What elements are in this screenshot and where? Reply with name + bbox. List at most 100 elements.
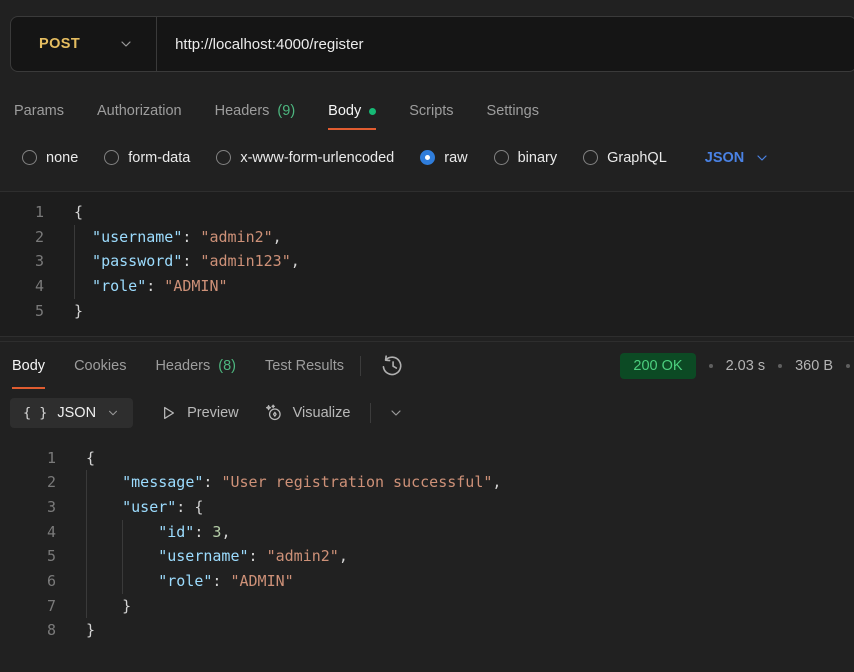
- indent-guide: [122, 544, 158, 569]
- code-line: 4"id": 3,: [0, 520, 854, 545]
- line-number: 5: [0, 544, 56, 569]
- token-punc: :: [146, 274, 164, 299]
- line-number: 4: [0, 520, 56, 545]
- line-number: 3: [0, 495, 56, 520]
- code-line: 2"username": "admin2",: [0, 225, 854, 250]
- code-line: 7}: [0, 594, 854, 619]
- radio-none[interactable]: none: [22, 150, 78, 166]
- token-key: "password": [92, 249, 182, 274]
- indent-guide: [86, 495, 122, 520]
- tab-response-headers[interactable]: Headers (8): [155, 342, 236, 390]
- request-url-row: POST http://localhost:4000/register: [10, 16, 854, 72]
- raw-format-selector[interactable]: JSON: [705, 150, 771, 166]
- token-str: "admin123": [200, 249, 290, 274]
- token-punc: :: [182, 225, 200, 250]
- url-field[interactable]: http://localhost:4000/register: [157, 36, 854, 53]
- radio-graphql[interactable]: GraphQL: [583, 150, 667, 166]
- radio-form-data[interactable]: form-data: [104, 150, 190, 166]
- response-tabs: Body Cookies Headers (8) Test Results: [12, 342, 344, 390]
- headers-count-badge: (9): [277, 103, 295, 119]
- tab-settings[interactable]: Settings: [487, 88, 539, 134]
- request-body-editor[interactable]: 1{2"username": "admin2",3"password": "ad…: [0, 192, 854, 336]
- code-line: 2"message": "User registration successfu…: [0, 470, 854, 495]
- dot-separator: [778, 364, 782, 368]
- divider: [360, 356, 361, 376]
- code-line: 1{: [0, 446, 854, 471]
- radio-x-www-form-urlencoded[interactable]: x-www-form-urlencoded: [216, 150, 394, 166]
- tab-scripts[interactable]: Scripts: [409, 88, 453, 134]
- radio-icon[interactable]: [104, 150, 119, 165]
- indent-guide: [86, 569, 122, 594]
- response-panel: Body Cookies Headers (8) Test Results 20…: [0, 342, 854, 672]
- tab-body[interactable]: Body: [328, 88, 376, 134]
- indent-guide: [74, 249, 92, 274]
- chevron-down-icon: [118, 36, 134, 52]
- token-punc: :: [203, 470, 221, 495]
- response-body-viewer[interactable]: 1{2"message": "User registration success…: [0, 436, 854, 672]
- radio-icon[interactable]: [583, 150, 598, 165]
- braces-icon: [23, 405, 47, 421]
- indent-guide: [86, 544, 122, 569]
- token-key: "user": [122, 495, 176, 520]
- magic-ball-icon: [264, 403, 284, 423]
- tab-test-results[interactable]: Test Results: [265, 342, 344, 390]
- response-header: Body Cookies Headers (8) Test Results 20…: [0, 342, 854, 390]
- indent-guide: [122, 569, 158, 594]
- token-punc: :: [194, 520, 212, 545]
- visualize-button[interactable]: Visualize: [264, 403, 351, 423]
- token-key: "id": [158, 520, 194, 545]
- more-format-options-button[interactable]: [386, 403, 406, 423]
- radio-icon[interactable]: [216, 150, 231, 165]
- body-modified-dot-icon: [369, 108, 376, 115]
- token-key: "username": [92, 225, 182, 250]
- preview-button[interactable]: Preview: [158, 403, 239, 423]
- code-line: 5"username": "admin2",: [0, 544, 854, 569]
- indent-guide: [122, 520, 158, 545]
- method-label: POST: [39, 36, 80, 52]
- indent-guide: [86, 470, 122, 495]
- radio-icon[interactable]: [22, 150, 37, 165]
- radio-raw[interactable]: raw: [420, 150, 467, 166]
- code-line: 5}: [0, 299, 854, 324]
- token-key: "role": [92, 274, 146, 299]
- tab-headers[interactable]: Headers (9): [215, 88, 296, 134]
- line-number: 1: [0, 200, 44, 225]
- token-str: "admin2": [200, 225, 272, 250]
- chevron-down-icon: [388, 405, 404, 421]
- radio-icon[interactable]: [494, 150, 509, 165]
- radio-checked-icon[interactable]: [420, 150, 435, 165]
- body-type-row: none form-data x-www-form-urlencoded raw…: [0, 134, 854, 192]
- response-history-button[interactable]: [377, 351, 407, 381]
- postman-dark-window: { "request_bar": { "method": "POST", "ur…: [0, 16, 854, 672]
- token-str: "ADMIN": [230, 569, 293, 594]
- token-num: 3: [212, 520, 221, 545]
- line-number: 2: [0, 470, 56, 495]
- token-punc: :: [249, 544, 267, 569]
- history-clock-icon: [379, 353, 405, 379]
- response-size: 360 B: [795, 358, 833, 374]
- code-line: 3"user": {: [0, 495, 854, 520]
- request-url-bar: POST http://localhost:4000/register: [10, 16, 854, 72]
- token-punc: ,: [492, 470, 501, 495]
- response-format-selector[interactable]: JSON: [10, 398, 133, 428]
- tab-cookies[interactable]: Cookies: [74, 342, 126, 390]
- chevron-down-icon: [106, 406, 120, 420]
- token-key: "username": [158, 544, 248, 569]
- divider: [370, 403, 371, 423]
- chevron-down-icon: [754, 150, 770, 166]
- radio-binary[interactable]: binary: [494, 150, 558, 166]
- tab-response-body[interactable]: Body: [12, 342, 45, 390]
- indent-guide: [74, 274, 92, 299]
- line-number: 3: [0, 249, 44, 274]
- response-headers-count-badge: (8): [218, 358, 236, 374]
- code-line: 4"role": "ADMIN": [0, 274, 854, 299]
- request-tabs: Params Authorization Headers (9) Body Sc…: [0, 88, 854, 134]
- token-punc: ,: [291, 249, 300, 274]
- token-brace: }: [74, 299, 83, 324]
- status-badge: 200 OK: [620, 353, 695, 379]
- indent-guide: [86, 594, 122, 619]
- tab-params[interactable]: Params: [14, 88, 64, 134]
- method-selector[interactable]: POST: [11, 17, 156, 71]
- token-brace: }: [86, 618, 95, 643]
- tab-authorization[interactable]: Authorization: [97, 88, 182, 134]
